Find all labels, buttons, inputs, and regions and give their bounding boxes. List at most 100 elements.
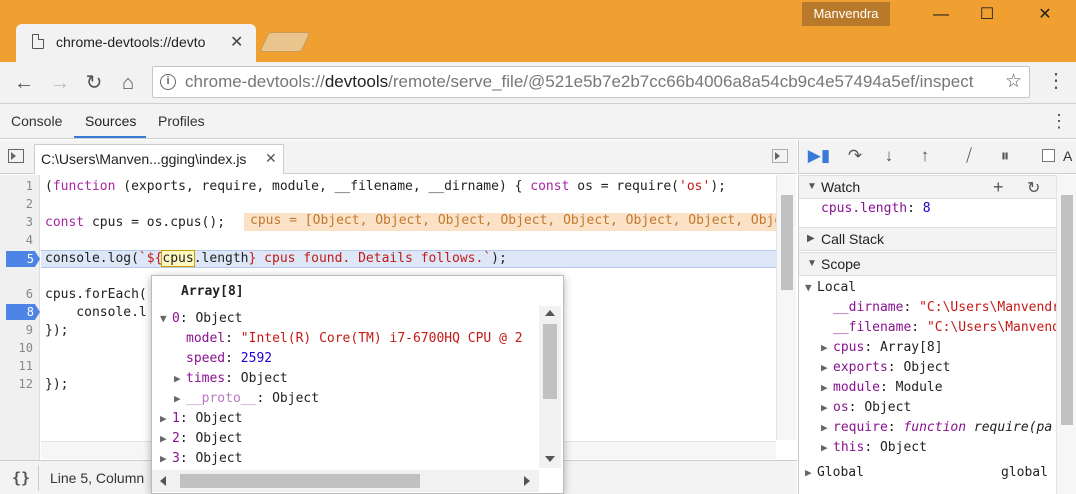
scope-variable[interactable]: ▶ exports: Object: [821, 360, 950, 375]
scrollbar-thumb[interactable]: [781, 195, 793, 290]
popover-vertical-scrollbar[interactable]: [539, 306, 561, 468]
scroll-left-arrow-icon[interactable]: [160, 476, 166, 486]
line-number[interactable]: 3: [26, 215, 33, 229]
home-icon[interactable]: ⌂: [114, 69, 142, 97]
refresh-watch-icon[interactable]: ↻: [1027, 178, 1040, 198]
line-gutter[interactable]: 1 2 3 4 5 6 8 9 10 11 12: [0, 175, 40, 460]
toggle-debugger-icon[interactable]: [772, 149, 788, 163]
async-checkbox[interactable]: [1042, 149, 1055, 162]
minimize-button[interactable]: —: [918, 4, 964, 26]
pretty-print-icon[interactable]: {}: [12, 469, 30, 487]
tree-item[interactable]: speed: 2592: [186, 351, 272, 366]
tree-item[interactable]: ▶ times: Object: [174, 371, 288, 386]
reload-icon[interactable]: ↻: [80, 69, 108, 97]
browser-tab[interactable]: chrome-devtools://devto ✕: [16, 24, 256, 62]
line-number[interactable]: 12: [19, 377, 33, 391]
tab-profiles[interactable]: Profiles: [158, 113, 205, 129]
profile-name[interactable]: Manvendra: [802, 2, 890, 26]
code-line[interactable]: const cpus = os.cpus();: [45, 215, 225, 230]
scope-variable[interactable]: ▶ module: Module: [821, 380, 943, 395]
collapsed-triangle-icon[interactable]: ▶: [821, 441, 833, 454]
step-out-icon[interactable]: ↑: [913, 146, 937, 166]
collapsed-triangle-icon[interactable]: ▶: [821, 401, 833, 414]
devtools-menu-icon[interactable]: ⋮: [1050, 111, 1068, 132]
scroll-right-arrow-icon[interactable]: [524, 476, 530, 486]
toggle-navigator-icon[interactable]: [8, 149, 24, 163]
scope-variable[interactable]: ▶ this: Object: [821, 440, 927, 455]
code-line[interactable]: console.log(`${cpus.length} cpus found. …: [45, 250, 507, 267]
scrollbar-thumb[interactable]: [543, 324, 557, 399]
new-tab-button[interactable]: [259, 32, 311, 52]
info-icon[interactable]: i: [160, 74, 176, 90]
line-number[interactable]: 6: [26, 287, 33, 301]
line-number[interactable]: 4: [26, 233, 33, 247]
editor-vertical-scrollbar[interactable]: [776, 175, 796, 440]
code-line[interactable]: cpus.forEach(: [45, 287, 147, 302]
sidebar-scrollbar[interactable]: [1056, 175, 1076, 494]
object-preview-popover[interactable]: Array[8] ▼ 0: Object model: "Intel(R) Cor…: [151, 275, 564, 494]
collapsed-triangle-icon[interactable]: ▶: [821, 361, 833, 374]
breakpoint-marker[interactable]: 5: [6, 251, 40, 267]
scope-global[interactable]: ▶ Global: [805, 465, 864, 480]
resume-icon[interactable]: ▶▮: [807, 146, 831, 166]
tab-close-icon[interactable]: ✕: [230, 32, 243, 52]
pause-on-exceptions-icon[interactable]: ⏸: [993, 146, 1017, 166]
scope-variable[interactable]: ▶ os: Object: [821, 400, 911, 415]
line-number[interactable]: 11: [19, 359, 33, 373]
tab-console[interactable]: Console: [11, 113, 62, 129]
tree-item[interactable]: ▶ 1: Object: [160, 411, 242, 426]
collapsed-triangle-icon[interactable]: ▶: [821, 341, 833, 354]
scope-variable[interactable]: ▶ cpus: Array[8]: [821, 340, 943, 355]
scope-variable[interactable]: __filename: "C:\Users\Manvendra: [833, 320, 1076, 335]
scrollbar-thumb[interactable]: [1061, 195, 1073, 425]
address-bar[interactable]: i chrome-devtools://devtools/remote/serv…: [152, 66, 1030, 98]
code-line[interactable]: (function (exports, require, module, __f…: [45, 179, 726, 194]
tab-sources[interactable]: Sources: [85, 113, 136, 129]
step-into-icon[interactable]: ↓: [877, 146, 901, 166]
url-text[interactable]: chrome-devtools://devtools/remote/serve_…: [185, 72, 995, 92]
collapsed-triangle-icon[interactable]: ▶: [160, 412, 172, 425]
call-stack-section-header[interactable]: ▶ Call Stack: [799, 227, 1057, 251]
scope-variable[interactable]: __dirname: "C:\Users\Manvendra: [833, 300, 1068, 315]
breakpoint-marker[interactable]: 8: [6, 304, 40, 320]
scroll-up-arrow-icon[interactable]: [545, 310, 555, 316]
scroll-down-arrow-icon[interactable]: [545, 456, 555, 462]
collapsed-triangle-icon[interactable]: ▶: [174, 392, 186, 405]
code-line[interactable]: });: [45, 323, 68, 338]
object-tree[interactable]: ▼ 0: Object model: "Intel(R) Core(TM) i7-…: [152, 310, 539, 465]
collapsed-triangle-icon[interactable]: ▶: [160, 432, 172, 445]
deactivate-breakpoints-icon[interactable]: ⧸: [957, 146, 981, 166]
file-close-icon[interactable]: ✕: [265, 150, 277, 167]
popover-horizontal-scrollbar[interactable]: [152, 470, 539, 492]
file-tab[interactable]: C:\Users\Manven...gging\index.js ✕: [34, 144, 284, 174]
forward-arrow-icon[interactable]: →: [46, 69, 74, 97]
tree-item[interactable]: ▶ __proto__: Object: [174, 391, 319, 406]
scrollbar-thumb[interactable]: [180, 474, 420, 488]
scope-variable[interactable]: ▶ require: function require(pa: [821, 420, 1052, 435]
line-number[interactable]: 10: [19, 341, 33, 355]
tree-item[interactable]: ▶ 2: Object: [160, 431, 242, 446]
back-arrow-icon[interactable]: ←: [10, 69, 38, 97]
add-watch-icon[interactable]: +: [993, 177, 1004, 198]
line-number[interactable]: 2: [26, 197, 33, 211]
scope-local[interactable]: ▼ Local: [805, 280, 856, 295]
expanded-triangle-icon[interactable]: ▼: [805, 281, 817, 294]
collapsed-triangle-icon[interactable]: ▶: [821, 381, 833, 394]
maximize-button[interactable]: ☐: [964, 4, 1010, 26]
watch-expression[interactable]: cpus.length: 8: [821, 201, 931, 216]
tree-item[interactable]: ▼ 0: Object: [160, 311, 242, 326]
close-window-button[interactable]: ✕: [1022, 4, 1068, 26]
scope-section-header[interactable]: ▼ Scope: [799, 252, 1057, 276]
collapsed-triangle-icon[interactable]: ▶: [160, 452, 172, 465]
browser-menu-icon[interactable]: ⋮: [1046, 70, 1066, 92]
watch-section-header[interactable]: ▼ Watch + ↻: [799, 175, 1057, 199]
bookmark-star-icon[interactable]: ☆: [1005, 70, 1022, 93]
step-over-icon[interactable]: ↷: [843, 146, 867, 166]
tree-item[interactable]: model: "Intel(R) Core(TM) i7-6700HQ CPU …: [186, 331, 523, 346]
collapsed-triangle-icon[interactable]: ▶: [821, 421, 833, 434]
line-number[interactable]: 9: [26, 323, 33, 337]
expanded-triangle-icon[interactable]: ▼: [160, 312, 172, 325]
tree-item[interactable]: ▶ 3: Object: [160, 451, 242, 465]
line-number[interactable]: 1: [26, 179, 33, 193]
collapsed-triangle-icon[interactable]: ▶: [174, 372, 186, 385]
